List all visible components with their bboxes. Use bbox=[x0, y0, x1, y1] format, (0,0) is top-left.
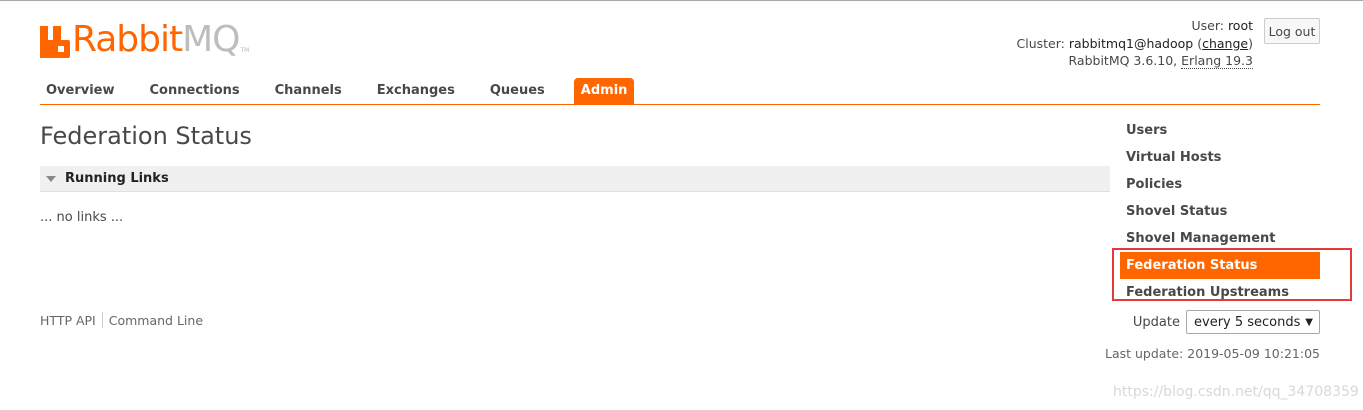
tab-connections[interactable]: Connections bbox=[144, 78, 246, 104]
footer-links: HTTP API Command Line bbox=[40, 312, 203, 328]
tab-queues[interactable]: Queues bbox=[484, 78, 551, 104]
annotation-highlight-box bbox=[1112, 248, 1352, 301]
change-cluster-link[interactable]: change bbox=[1202, 36, 1248, 51]
rabbitmq-logo: RabbitMQ TM bbox=[40, 18, 249, 58]
tab-overview[interactable]: Overview bbox=[40, 78, 121, 104]
tab-admin[interactable]: Admin bbox=[573, 78, 635, 104]
rabbitmq-logo-icon bbox=[40, 26, 70, 58]
cluster-value: rabbitmq1@hadoop bbox=[1068, 35, 1194, 51]
user-label: User: bbox=[1191, 18, 1224, 33]
update-interval-value: every 5 seconds bbox=[1194, 314, 1301, 330]
rabbitmq-version: RabbitMQ 3.6.10, bbox=[1068, 53, 1178, 68]
update-interval-select[interactable]: every 5 seconds ▼ bbox=[1186, 310, 1320, 334]
update-label: Update bbox=[1132, 314, 1180, 330]
caret-down-icon: ▼ bbox=[1305, 316, 1313, 328]
change-paren-close: ) bbox=[1248, 35, 1253, 51]
http-api-link[interactable]: HTTP API bbox=[40, 313, 96, 328]
last-update-timestamp: Last update: 2019-05-09 10:21:05 bbox=[1105, 346, 1320, 361]
tab-exchanges[interactable]: Exchanges bbox=[371, 78, 461, 104]
cluster-line: Cluster: rabbitmq1@hadoop (change) bbox=[1017, 35, 1253, 53]
tab-channels[interactable]: Channels bbox=[269, 78, 348, 104]
tab-divider bbox=[40, 104, 1320, 105]
command-line-link[interactable]: Command Line bbox=[109, 313, 203, 328]
running-links-section-header[interactable]: Running Links bbox=[40, 166, 1110, 192]
logo-word-rabbit: Rabbit bbox=[72, 19, 183, 60]
sidebar-item-users[interactable]: Users bbox=[1120, 117, 1320, 144]
main-tabs: Overview Connections Channels Exchanges … bbox=[40, 78, 657, 104]
logo-word-mq: MQ bbox=[182, 19, 240, 60]
sidebar-item-policies[interactable]: Policies bbox=[1120, 171, 1320, 198]
empty-state-text: ... no links ... bbox=[40, 210, 124, 225]
header-info: User: root Cluster: rabbitmq1@hadoop (ch… bbox=[1017, 17, 1253, 70]
user-value: root bbox=[1227, 18, 1253, 33]
triangle-down-icon[interactable] bbox=[46, 175, 56, 182]
section-title: Running Links bbox=[65, 171, 169, 186]
footer-divider bbox=[101, 312, 103, 328]
logo-trademark: TM bbox=[240, 47, 250, 54]
user-line: User: root bbox=[1017, 17, 1253, 35]
version-line: RabbitMQ 3.6.10, Erlang 19.3 bbox=[1017, 52, 1253, 70]
cluster-label: Cluster: bbox=[1016, 35, 1065, 51]
sidebar-item-shovel-status[interactable]: Shovel Status bbox=[1120, 198, 1320, 225]
sidebar-item-virtual-hosts[interactable]: Virtual Hosts bbox=[1120, 144, 1320, 171]
logout-button[interactable]: Log out bbox=[1264, 18, 1320, 44]
watermark-text: https://blog.csdn.net/qq_34708359 bbox=[1113, 384, 1359, 400]
erlang-version: Erlang 19.3 bbox=[1181, 53, 1253, 69]
update-control: Update every 5 seconds ▼ bbox=[1133, 310, 1320, 334]
page-title: Federation Status bbox=[40, 122, 252, 150]
